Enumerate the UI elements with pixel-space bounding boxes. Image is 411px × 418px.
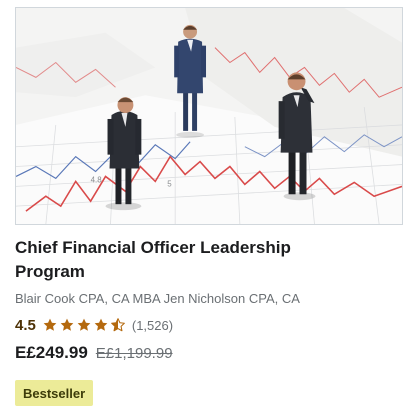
star-icon xyxy=(43,318,57,331)
bestseller-badge: Bestseller xyxy=(15,380,94,406)
price-row: E£249.99 E£1,199.99 xyxy=(15,343,173,363)
star-icon xyxy=(77,318,91,331)
star-icon xyxy=(94,318,108,331)
current-price: E£249.99 xyxy=(15,343,88,362)
star-icon xyxy=(60,318,74,331)
businessmen-on-chart-image: 4.8 5 xyxy=(16,8,402,224)
instructor-names: Blair Cook CPA, CA MBA Jen Nicholson CPA… xyxy=(15,291,300,306)
original-price: E£1,199.99 xyxy=(95,345,173,362)
course-card[interactable]: 4.8 5 Chief Financial Officer Leadership… xyxy=(0,0,411,418)
rating-value: 4.5 xyxy=(15,316,36,334)
rating-row: 4.5 (1,526) xyxy=(15,314,173,336)
svg-text:5: 5 xyxy=(167,179,172,188)
course-title[interactable]: Chief Financial Officer Leadership Progr… xyxy=(15,236,355,284)
rating-count: (1,526) xyxy=(131,317,174,333)
star-half-icon xyxy=(110,318,125,332)
svg-text:4.8: 4.8 xyxy=(91,175,103,184)
course-thumbnail[interactable]: 4.8 5 xyxy=(15,7,403,225)
star-rating xyxy=(42,317,126,333)
